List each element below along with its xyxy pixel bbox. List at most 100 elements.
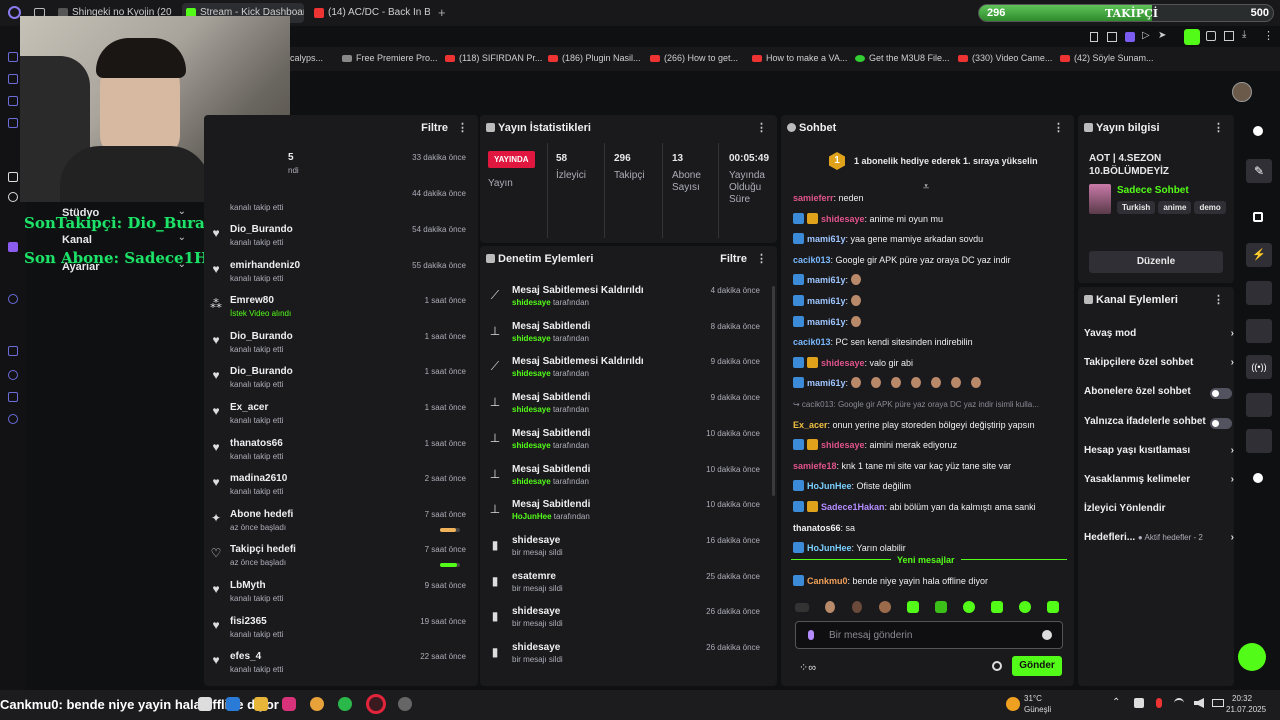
emote-icon[interactable] <box>1047 601 1059 613</box>
tools-icon[interactable] <box>1246 429 1272 453</box>
moderator-name[interactable]: shidesaye <box>512 405 551 414</box>
chat-username[interactable]: shidesaye <box>821 440 865 450</box>
emote-icon[interactable] <box>825 601 835 613</box>
chat-menu-icon[interactable]: ⋮ <box>1053 115 1064 141</box>
toggle-switch[interactable] <box>1210 388 1232 400</box>
volume-icon[interactable] <box>1194 698 1204 708</box>
bookmark-item[interactable]: (186) Plugin Nasil... <box>548 53 641 63</box>
emote-icon[interactable] <box>907 601 919 613</box>
puzzle-icon[interactable] <box>1206 31 1216 41</box>
chat-username[interactable]: mami61y <box>807 378 846 388</box>
clipboard-icon[interactable] <box>1246 281 1272 305</box>
chat-username[interactable]: cacik013 <box>793 337 831 347</box>
rail-app-icon[interactable] <box>8 392 18 402</box>
network-icon[interactable] <box>1134 698 1144 708</box>
menu-icon[interactable]: ⋮ <box>1263 29 1274 42</box>
emote-icon[interactable] <box>852 601 862 613</box>
chevron-down-icon[interactable]: ⌄ <box>178 232 186 243</box>
user-avatar[interactable] <box>1232 82 1252 102</box>
event-name[interactable]: Dio_Burando <box>230 366 293 377</box>
tag[interactable]: Turkish <box>1117 201 1156 214</box>
tray-chevron-icon[interactable]: ⌃ <box>1112 697 1120 708</box>
emote-icon[interactable] <box>1019 601 1031 613</box>
toggle-switch[interactable] <box>1210 417 1232 429</box>
battery-icon[interactable] <box>1212 699 1224 707</box>
events-filter-button[interactable]: Filtre <box>421 115 448 141</box>
focus-icon[interactable] <box>1253 212 1263 222</box>
chat-username[interactable]: mami61y <box>807 296 846 306</box>
moderation-filter-button[interactable]: Filtre <box>720 246 747 272</box>
apps-icon[interactable] <box>1253 473 1263 483</box>
chat-input[interactable]: Bir mesaj gönderin <box>795 621 1063 649</box>
chat-username[interactable]: shidesaye <box>821 214 865 224</box>
bookmark-item[interactable]: (42) Söyle Sunam... <box>1060 53 1154 63</box>
send-button[interactable]: Gönder <box>1012 656 1062 676</box>
rail-app-icon[interactable] <box>8 118 18 128</box>
rail-app-icon[interactable] <box>8 370 18 380</box>
channel-action-1[interactable]: Takipçilere özel sohbet › <box>1084 357 1234 375</box>
channel-action-0[interactable]: Yavaş mod › <box>1084 328 1234 346</box>
shield-icon[interactable] <box>1125 32 1135 42</box>
moderation-menu-icon[interactable]: ⋮ <box>756 246 767 272</box>
support-button-icon[interactable] <box>1238 643 1266 671</box>
play-icon[interactable]: ▷ <box>1142 30 1150 41</box>
bookmark-item[interactable]: How to make a VA... <box>752 53 847 63</box>
channel-action-6[interactable]: İzleyici Yönlendir <box>1084 503 1234 521</box>
taskbar-app-icon[interactable] <box>254 697 268 711</box>
moderator-name[interactable]: HoJunHee <box>512 512 552 521</box>
chat-username[interactable]: HoJunHee <box>807 543 852 553</box>
channel-action-7[interactable]: Hedefleri... ● Aktif hedefler - 2 › <box>1084 532 1234 550</box>
edit-button[interactable]: Düzenle <box>1089 251 1223 273</box>
bookmark-item[interactable]: (266) How to get... <box>650 53 738 63</box>
chat-username[interactable]: HoJunHee <box>807 481 852 491</box>
event-name[interactable]: efes_4 <box>230 651 261 662</box>
chat-username[interactable]: mami61y <box>807 317 846 327</box>
extensions-icon[interactable] <box>1224 31 1234 41</box>
chat-username[interactable]: Sadece1Hakan <box>821 502 885 512</box>
event-name[interactable]: Ex_acer <box>230 402 268 413</box>
chat-username[interactable]: thanatos66 <box>793 523 841 533</box>
microphone-icon[interactable] <box>808 630 814 640</box>
rail-app-icon[interactable] <box>8 74 18 84</box>
emote-icon[interactable] <box>879 601 891 613</box>
rail-settings-icon[interactable] <box>8 192 18 202</box>
event-name[interactable]: madina2610 <box>230 473 287 484</box>
moderator-name[interactable]: shidesaye <box>512 477 551 486</box>
chat-username[interactable]: mami61y <box>807 275 846 285</box>
channel-action-4[interactable]: Hesap yaşı kısıtlaması › <box>1084 445 1234 463</box>
channel-actions-menu-icon[interactable]: ⋮ <box>1213 287 1224 313</box>
event-name[interactable]: LbMyth <box>230 580 266 591</box>
bookmark-icon[interactable] <box>1090 32 1098 42</box>
whatsapp-icon[interactable] <box>338 697 352 711</box>
emote-icon[interactable] <box>935 601 947 613</box>
chat-username[interactable]: cacik013 <box>793 255 831 265</box>
emote-icon[interactable] <box>991 601 1003 613</box>
event-name[interactable]: Dio_Burando <box>230 331 293 342</box>
taskbar-app-icon[interactable] <box>398 697 412 711</box>
event-name[interactable]: Emrew80 <box>230 295 274 306</box>
events-menu-icon[interactable]: ⋮ <box>457 115 468 141</box>
tag[interactable]: demo <box>1194 201 1226 214</box>
broadcast-icon[interactable]: ((•)) <box>1246 355 1272 379</box>
moderator-name[interactable]: shidesaye <box>512 298 551 307</box>
rail-twitch-icon[interactable] <box>8 242 18 252</box>
chat-username[interactable]: samieferr <box>793 193 834 203</box>
instagram-icon[interactable] <box>282 697 296 711</box>
rail-app-icon[interactable] <box>8 52 18 62</box>
event-name[interactable]: emirhandeniz0 <box>230 260 300 271</box>
rail-app-icon[interactable] <box>8 346 18 356</box>
layout-icon[interactable] <box>1246 393 1272 417</box>
mic-icon[interactable] <box>1156 698 1162 708</box>
taskbar-app-icon[interactable] <box>226 697 240 711</box>
tab-acdc[interactable]: (14) AC/DC - Back In Blac <box>310 3 430 23</box>
rail-app-icon[interactable] <box>8 96 18 106</box>
emoji-icon[interactable] <box>1042 630 1052 640</box>
send-icon[interactable]: ➤ <box>1158 30 1166 41</box>
stats-menu-icon[interactable]: ⋮ <box>756 115 767 141</box>
emote-icon[interactable] <box>963 601 975 613</box>
channel-action-2[interactable]: Abonelere özel sohbet <box>1084 386 1234 404</box>
event-name[interactable]: fisi2365 <box>230 616 267 627</box>
taskbar-app-icon[interactable] <box>198 697 212 711</box>
event-name[interactable]: Dio_Burando <box>230 224 293 235</box>
bookmark-item[interactable]: Get the M3U8 File... <box>855 53 950 63</box>
